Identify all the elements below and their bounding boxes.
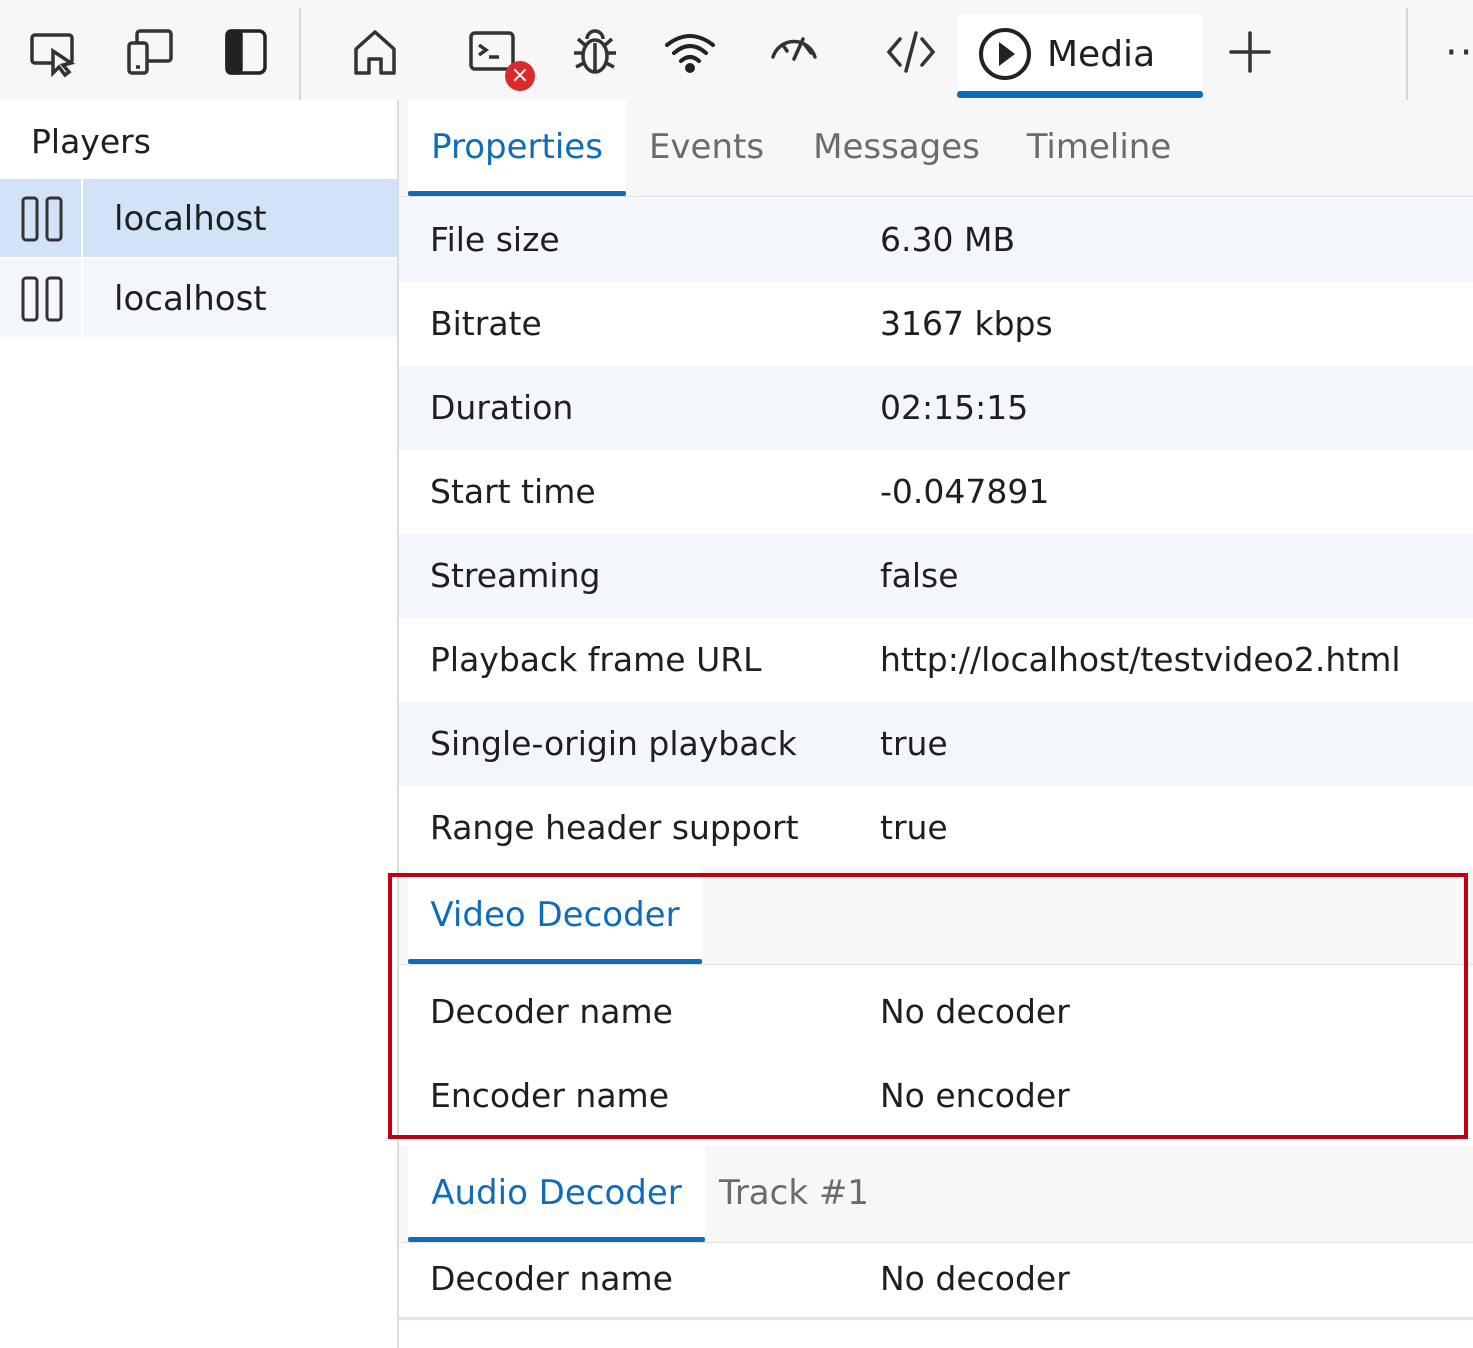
tab-properties[interactable]: Properties (408, 100, 626, 196)
add-tab-icon[interactable] (1218, 20, 1282, 84)
property-value: true (880, 808, 948, 847)
property-value: 6.30 MB (880, 220, 1016, 259)
property-key: Streaming (430, 556, 601, 595)
toolbar-divider-right (1406, 8, 1408, 100)
section-divider (399, 1317, 1473, 1320)
property-value: http://localhost/testvideo2.html (880, 640, 1401, 679)
property-key: Range header support (430, 808, 799, 847)
property-row: File size 6.30 MB (399, 198, 1473, 282)
audio-decoder-tabbar: Audio Decoder Track #1 (399, 1146, 1473, 1243)
property-row: Bitrate 3167 kbps (399, 282, 1473, 366)
property-value: true (880, 724, 948, 763)
tab-events[interactable]: Events (639, 100, 774, 194)
property-value: 3167 kbps (880, 304, 1053, 343)
property-row: Streaming false (399, 534, 1473, 618)
property-row: Start time -0.047891 (399, 450, 1473, 534)
inspect-icon[interactable] (22, 20, 86, 84)
toolbar-divider (299, 8, 301, 100)
highlight-annotation-box (388, 873, 1468, 1139)
player-name: localhost (114, 279, 267, 319)
error-badge: × (505, 61, 535, 91)
property-row: Single-origin playback true (399, 702, 1473, 786)
property-key: Single-origin playback (430, 724, 797, 763)
property-key: Playback frame URL (430, 640, 762, 679)
property-row: Range header support true (399, 786, 1473, 870)
performance-gauge-icon[interactable] (762, 20, 826, 84)
tab-audio-decoder[interactable]: Audio Decoder (408, 1146, 705, 1242)
property-value: No decoder (880, 1259, 1070, 1298)
property-row: Playback frame URL http://localhost/test… (399, 618, 1473, 702)
tab-media[interactable]: Media (957, 14, 1203, 98)
tab-media-indicator (957, 91, 1203, 98)
tab-track-1[interactable]: Track #1 (719, 1146, 869, 1240)
devtools-toolbar: × Media ·· (0, 0, 1473, 101)
media-play-icon (979, 28, 1031, 80)
media-details-panel: Properties Events Messages Timeline File… (399, 100, 1473, 1348)
property-key: Duration (430, 388, 574, 427)
property-key: File size (430, 220, 560, 259)
pause-icon (21, 196, 63, 242)
property-row: Duration 02:15:15 (399, 366, 1473, 450)
home-icon[interactable] (343, 20, 407, 84)
code-icon[interactable] (879, 20, 943, 84)
tab-messages[interactable]: Messages (804, 100, 989, 194)
bug-icon[interactable] (563, 20, 627, 84)
player-item-1[interactable]: localhost (0, 179, 397, 257)
property-value: 02:15:15 (880, 388, 1029, 427)
dock-side-icon[interactable] (214, 20, 278, 84)
device-emulation-icon[interactable] (118, 20, 182, 84)
tab-media-label: Media (1047, 34, 1156, 75)
audio-decoder-row: Decoder name No decoder (399, 1237, 1473, 1321)
property-value: -0.047891 (880, 472, 1050, 511)
property-key: Bitrate (430, 304, 542, 343)
property-key: Decoder name (430, 1259, 673, 1298)
tab-timeline[interactable]: Timeline (1019, 100, 1179, 194)
more-options-icon[interactable]: ·· (1445, 30, 1473, 76)
property-value: false (880, 556, 959, 595)
properties-tabbar: Properties Events Messages Timeline (399, 100, 1473, 197)
network-wifi-icon[interactable] (658, 20, 722, 84)
players-title: Players (31, 122, 151, 161)
player-name: localhost (114, 199, 267, 239)
property-key: Start time (430, 472, 596, 511)
pause-icon (21, 276, 63, 322)
player-item-2[interactable]: localhost (0, 259, 397, 337)
players-sidebar: Players localhost localhost (0, 100, 399, 1348)
